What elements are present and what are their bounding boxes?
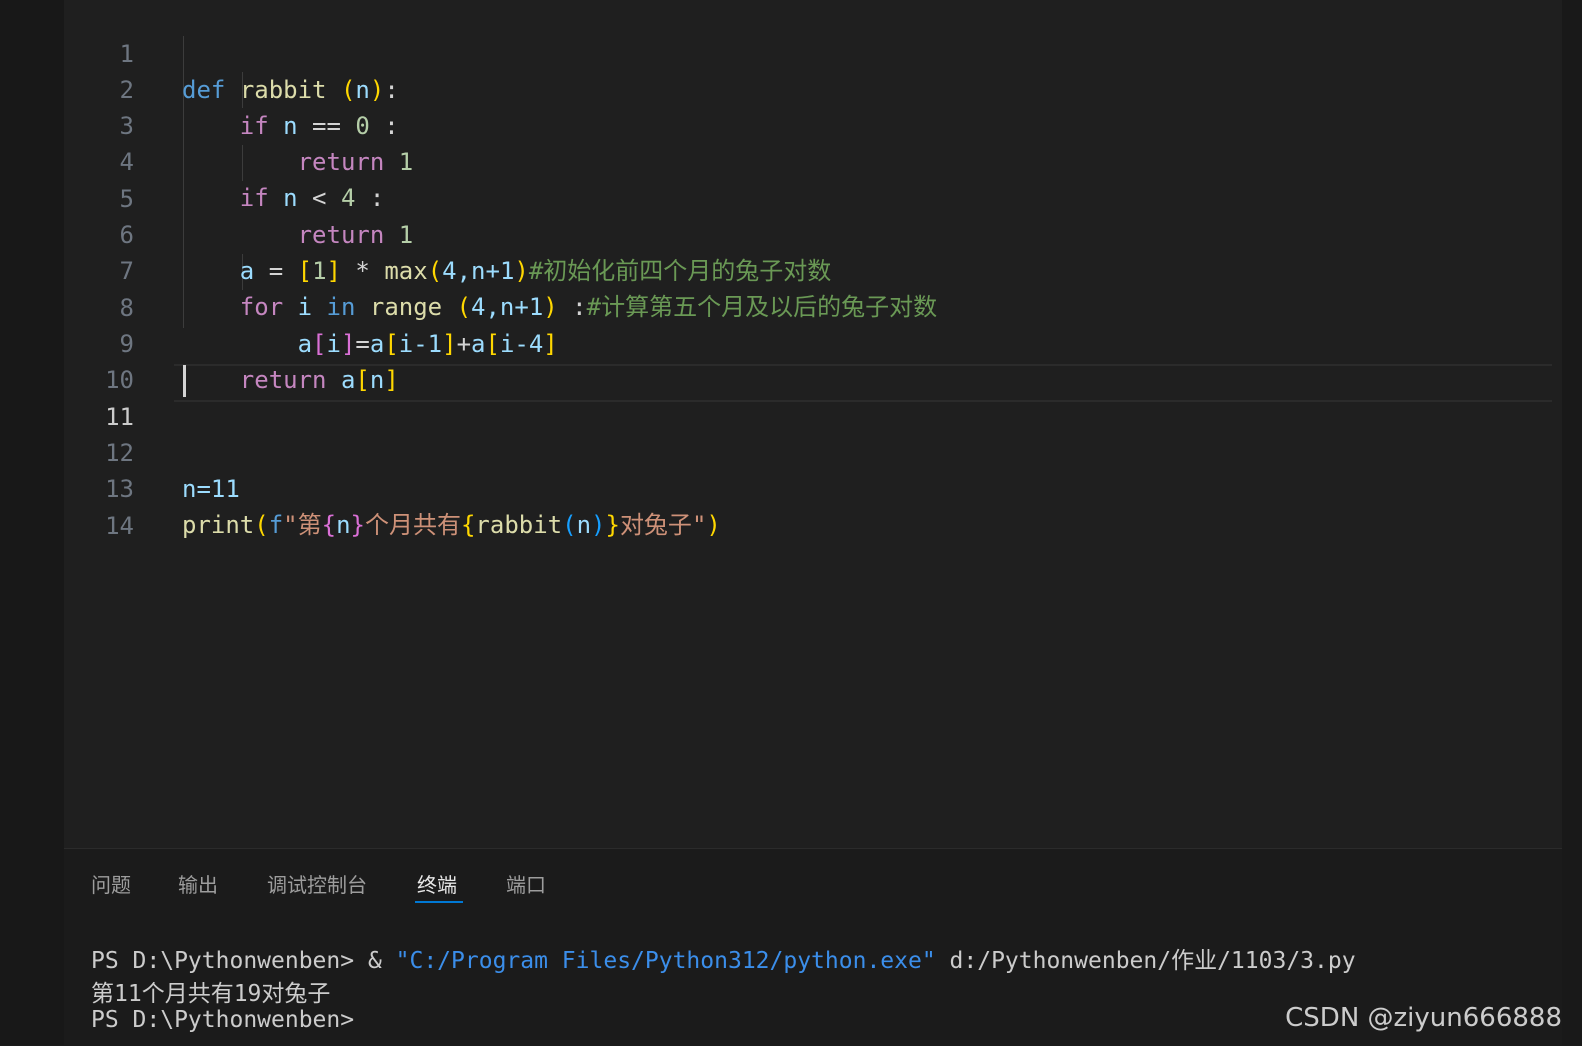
code-line-1[interactable]: 1 def rabbit (n): [64, 0, 1562, 104]
code-line-7[interactable]: 7 for i in range (4,n+1) :#计算第五个月及以后的兔子对… [64, 217, 1562, 321]
code-line-6[interactable]: 6 a = [1] * max(4,n+1)#初始化前四个月的兔子对数 [64, 181, 1562, 285]
code-line-5[interactable]: 5 return 1 [64, 145, 1562, 249]
code-line-11[interactable]: 11 [64, 363, 1562, 431]
code-editor[interactable]: 1 def rabbit (n): 2 if n == 0 : 3 return… [64, 0, 1562, 848]
code-line-12[interactable]: 12 n=11 [64, 399, 1562, 503]
code-line-4[interactable]: 4 if n < 4 : [64, 108, 1562, 212]
tab-output[interactable]: 输出 [178, 869, 218, 898]
window-left-edge [0, 0, 64, 1045]
code-line-3[interactable]: 3 return 1 [64, 72, 1562, 176]
code-line-9[interactable]: 9 return a[n] [64, 290, 1562, 394]
active-tab-indicator [415, 901, 463, 903]
terminal-line-1[interactable]: PS D:\Pythonwenben> & "C:/Program Files/… [91, 941, 1356, 975]
watermark: CSDN @ziyun666888 [1285, 1003, 1562, 1033]
tab-debug-console[interactable]: 调试控制台 [267, 869, 367, 898]
code-line-10[interactable]: 10 [64, 326, 1562, 394]
code-text: print(f"第{n}个月共有{rabbit(n)}对兔子") [182, 511, 721, 539]
line-number: 14 [105, 512, 134, 540]
code-line-8[interactable]: 8 a[i]=a[i-1]+a[i-4] [64, 254, 1562, 358]
code-line-2[interactable]: 2 if n == 0 : [64, 36, 1562, 140]
tab-ports[interactable]: 端口 [506, 869, 546, 898]
terminal-line-3[interactable]: PS D:\Pythonwenben> [91, 1007, 354, 1033]
window-right-edge [1562, 0, 1582, 1045]
tab-problems[interactable]: 问题 [91, 869, 131, 898]
code-line-13[interactable]: 13 print(f"第{n}个月共有{rabbit(n)}对兔子") [64, 435, 1562, 539]
terminal-line-2[interactable]: 第11个月共有19对兔子 [91, 974, 330, 1008]
code-line-14[interactable]: 14 [64, 472, 1562, 540]
tab-terminal[interactable]: 终端 [417, 869, 457, 898]
